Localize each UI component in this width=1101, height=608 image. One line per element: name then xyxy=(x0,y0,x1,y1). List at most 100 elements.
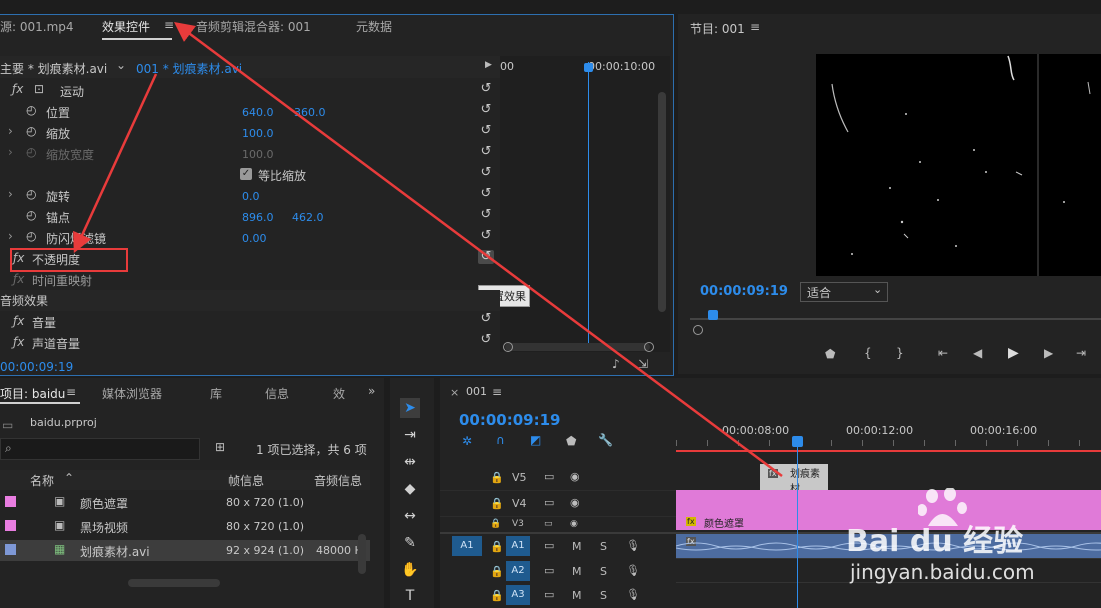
lock-icon[interactable]: 🔒 xyxy=(490,497,504,510)
program-timecode[interactable]: 00:00:09:19 xyxy=(700,284,788,299)
solo-button[interactable]: S xyxy=(600,565,607,578)
tab-project[interactable]: 项目: baidu xyxy=(0,385,65,402)
film-icon[interactable]: ▭ xyxy=(544,519,553,529)
expand-chevron-icon[interactable]: › xyxy=(8,229,13,243)
selection-tool-icon[interactable]: ➤ xyxy=(400,398,420,418)
prop-value[interactable]: 100.0 xyxy=(242,127,274,140)
ripple-edit-tool-icon[interactable]: ⇹ xyxy=(400,452,420,472)
go-to-in-icon[interactable]: ⇤ xyxy=(938,346,948,360)
stopwatch-icon[interactable]: ◴ xyxy=(26,187,36,201)
audio-export-icon[interactable]: ♪ xyxy=(612,357,620,371)
filter-icon[interactable]: ⇲ xyxy=(638,357,648,371)
mark-out-icon[interactable]: } xyxy=(896,346,904,360)
prop-value[interactable]: 360.0 xyxy=(294,106,326,119)
reset-icon[interactable]: ↺ xyxy=(478,82,494,96)
solo-button[interactable]: S xyxy=(600,540,607,553)
track-label[interactable]: A3 xyxy=(506,585,530,605)
expand-chevron-icon[interactable]: › xyxy=(8,145,13,159)
program-menu-icon[interactable]: ≡ xyxy=(750,20,760,34)
add-marker-icon[interactable]: ⬟ xyxy=(825,347,835,361)
eye-icon[interactable]: ◉ xyxy=(570,470,580,483)
pen-tool-icon[interactable]: ✎ xyxy=(400,533,420,553)
tab-media-browser[interactable]: 媒体浏览器 xyxy=(102,385,162,402)
track-label[interactable]: V5 xyxy=(512,471,527,484)
hand-tool-icon[interactable]: ✋ xyxy=(400,560,420,580)
track-select-tool-icon[interactable]: ⇥ xyxy=(400,425,420,445)
program-scrubber[interactable] xyxy=(690,318,1101,320)
tab-source[interactable]: 源: 001.mp4 xyxy=(0,18,74,35)
mic-icon[interactable]: 🎙 xyxy=(626,588,640,601)
go-to-out-icon[interactable]: ⇥ xyxy=(1076,346,1086,360)
step-forward-icon[interactable]: ▶ xyxy=(1044,346,1053,360)
track-label[interactable]: V4 xyxy=(512,497,527,510)
sequence-clip-label[interactable]: 001 * 划痕素材.avi xyxy=(136,60,242,77)
chevron-down-icon[interactable]: ⌄ xyxy=(116,58,126,72)
prop-value[interactable]: 462.0 xyxy=(292,211,324,224)
solo-button[interactable]: S xyxy=(600,589,607,602)
column-frame-info[interactable]: 帧信息 xyxy=(228,472,264,489)
film-icon[interactable]: ▭ xyxy=(544,539,554,552)
prop-value[interactable]: 0.00 xyxy=(242,232,267,245)
reset-icon[interactable]: ↺ xyxy=(478,229,494,243)
reset-icon[interactable]: ↺ xyxy=(478,333,494,347)
effect-timecode[interactable]: 00:00:09:19 xyxy=(0,360,73,374)
reset-icon[interactable]: ↺ xyxy=(478,312,494,326)
channel-volume-label[interactable]: 声道音量 xyxy=(32,335,80,352)
mini-scrollbar[interactable] xyxy=(658,92,666,312)
project-menu-icon[interactable]: ≡ xyxy=(66,385,76,399)
column-name[interactable]: 名称 xyxy=(30,472,54,489)
type-tool-icon[interactable]: T xyxy=(400,586,420,606)
fit-dropdown[interactable]: 适合 ⌄ xyxy=(800,282,888,302)
slip-tool-icon[interactable]: ↔ xyxy=(400,506,420,526)
mic-icon[interactable]: 🎙 xyxy=(626,564,640,577)
tab-effects[interactable]: 效 xyxy=(333,385,345,402)
mini-hscroll[interactable] xyxy=(505,343,650,351)
reset-icon[interactable]: ↺ xyxy=(478,187,494,201)
track-label[interactable]: A1 xyxy=(506,536,530,556)
mark-in-icon[interactable]: { xyxy=(864,346,872,360)
lock-icon[interactable]: 🔒 xyxy=(490,589,504,602)
play-icon[interactable]: ▶ xyxy=(1008,345,1019,361)
nest-icon[interactable]: ✲ xyxy=(462,434,472,448)
eye-icon[interactable]: ◉ xyxy=(570,519,578,529)
step-back-icon[interactable]: ◀ xyxy=(973,346,982,360)
mute-button[interactable]: M xyxy=(572,565,582,578)
play-arrow-icon[interactable]: ▶ xyxy=(485,60,492,70)
prop-value[interactable]: 896.0 xyxy=(242,211,274,224)
prop-value[interactable]: 0.0 xyxy=(242,190,260,203)
reset-icon[interactable]: ↺ xyxy=(478,250,494,264)
clip-selector[interactable]: 主要 * 划痕素材.avi xyxy=(0,60,107,77)
stopwatch-icon[interactable]: ◴ xyxy=(26,103,36,117)
film-icon[interactable]: ▭ xyxy=(544,470,554,483)
bin-icon[interactable]: ⊞ xyxy=(215,440,225,454)
reset-icon[interactable]: ↺ xyxy=(478,166,494,180)
prop-value[interactable]: 640.0 xyxy=(242,106,274,119)
source-patch[interactable]: A1 xyxy=(452,536,482,556)
clip-v4[interactable] xyxy=(676,490,1101,516)
tab-sequence[interactable]: 001 xyxy=(466,385,487,398)
uniform-scale-checkbox[interactable]: ✓ xyxy=(240,168,252,180)
film-icon[interactable]: ▭ xyxy=(544,564,554,577)
stopwatch-icon[interactable]: ◴ xyxy=(26,124,36,138)
more-tabs-icon[interactable]: » xyxy=(368,384,375,398)
volume-label[interactable]: 音量 xyxy=(32,314,56,331)
tab-info[interactable]: 信息 xyxy=(265,385,289,402)
razor-tool-icon[interactable]: ◆ xyxy=(400,479,420,499)
expand-chevron-icon[interactable]: › xyxy=(8,124,13,138)
timeline-menu-icon[interactable]: ≡ xyxy=(492,385,502,399)
program-playhead[interactable] xyxy=(708,310,718,320)
reset-icon[interactable]: ↺ xyxy=(478,124,494,138)
lock-icon[interactable]: 🔒 xyxy=(490,519,501,529)
search-input[interactable]: ⌕ xyxy=(0,438,200,460)
time-remap-label[interactable]: 时间重映射 xyxy=(32,272,92,289)
column-audio-info[interactable]: 音频信息 xyxy=(314,472,362,489)
mute-button[interactable]: M xyxy=(572,589,582,602)
reset-icon[interactable]: ↺ xyxy=(478,145,494,159)
tab-audio-mixer[interactable]: 音频剪辑混合器: 001 xyxy=(196,18,311,35)
film-icon[interactable]: ▭ xyxy=(544,496,554,509)
project-vscroll[interactable] xyxy=(358,534,366,574)
expand-chevron-icon[interactable]: › xyxy=(8,187,13,201)
linked-selection-icon[interactable]: ◩ xyxy=(530,433,541,447)
lock-icon[interactable]: 🔒 xyxy=(490,565,504,578)
tab-metadata[interactable]: 元数据 xyxy=(356,18,392,35)
